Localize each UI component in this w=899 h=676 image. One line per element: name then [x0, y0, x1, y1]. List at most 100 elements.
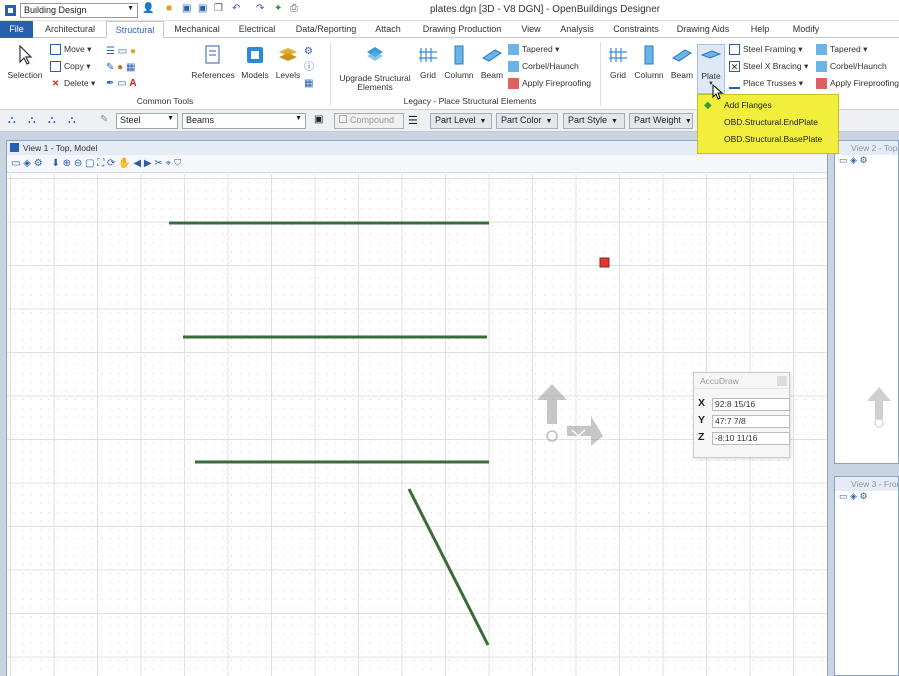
clip-icon[interactable]: ✂: [154, 158, 162, 169]
structural-tool-icon[interactable]: ⛬: [8, 114, 16, 127]
info-icon[interactable]: ⓘ: [304, 62, 314, 73]
display-icon[interactable]: ◈: [850, 155, 857, 165]
x-input[interactable]: 92:8 15/16: [712, 398, 790, 411]
tab-modify[interactable]: Modify: [784, 21, 828, 38]
tab-analysis[interactable]: Analysis: [554, 21, 600, 38]
legacy-corbel-button[interactable]: Corbel/Haunch: [508, 59, 579, 73]
grid-button[interactable]: Grid: [606, 44, 630, 80]
view-2-window[interactable]: View 2 - Top ▭ ◈ ⚙: [834, 140, 899, 464]
material-dropdown[interactable]: Steel ▼: [116, 113, 178, 129]
references-button[interactable]: References: [190, 44, 236, 80]
settings-icon[interactable]: ⚙: [859, 155, 867, 165]
line-style-icon[interactable]: ▭: [118, 46, 127, 57]
tab-architectural[interactable]: Architectural: [38, 21, 102, 38]
redo-icon[interactable]: ↷: [256, 3, 264, 14]
selection-marker[interactable]: [599, 257, 610, 268]
menu-item-base-plate[interactable]: OBD.Structural.BasePlate: [698, 131, 838, 148]
tab-attach[interactable]: Attach: [368, 21, 408, 38]
display-icon[interactable]: ◈: [850, 491, 857, 501]
print-icon[interactable]: ⎙: [290, 3, 298, 14]
structural-tool-icon[interactable]: ⛬: [48, 114, 56, 127]
legacy-tapered-button[interactable]: Tapered ▾: [508, 42, 559, 56]
tab-view[interactable]: View: [514, 21, 548, 38]
structural-tool-icon[interactable]: ⛬: [28, 114, 36, 127]
save-settings-icon[interactable]: ▣: [198, 3, 207, 14]
line-tool-icon[interactable]: ☰: [106, 46, 115, 57]
update-icon[interactable]: ⬇: [51, 158, 59, 169]
beam-line[interactable]: [407, 488, 490, 646]
fireproof-button[interactable]: Apply Fireproofing: [816, 76, 899, 90]
fit-view-icon[interactable]: ⛶: [97, 158, 104, 169]
legacy-beam-button[interactable]: Beam: [478, 44, 506, 80]
beam-button[interactable]: Beam: [668, 44, 696, 80]
settings-icon[interactable]: ⚙: [34, 158, 43, 169]
move-button[interactable]: Move ▾: [50, 42, 91, 56]
levels-button[interactable]: Levels: [274, 44, 302, 80]
tab-data-reporting[interactable]: Data/Reporting: [288, 21, 364, 38]
settings-icon[interactable]: ⚙: [859, 491, 867, 501]
corbel-button[interactable]: Corbel/Haunch: [816, 59, 887, 73]
line-weight-icon[interactable]: ☰: [408, 114, 418, 127]
steel-bracing-button[interactable]: ✕ Steel X Bracing ▾: [729, 59, 808, 73]
tab-drawing-production[interactable]: Drawing Production: [416, 21, 508, 38]
rotate-icon[interactable]: ⟳: [107, 158, 115, 169]
part-weight-dropdown[interactable]: Part Weight ▼: [629, 113, 693, 129]
tab-electrical[interactable]: Electrical: [232, 21, 282, 38]
filter-icon[interactable]: ⛉: [174, 158, 181, 169]
next-view-icon[interactable]: ▶: [144, 158, 152, 169]
tab-mechanical[interactable]: Mechanical: [168, 21, 226, 38]
place-trusses-button[interactable]: Place Trusses ▾: [729, 76, 803, 90]
tab-structural[interactable]: Structural: [106, 21, 164, 38]
grid-icon[interactable]: ▦: [304, 78, 313, 89]
accudraw-panel[interactable]: AccuDraw X 92:8 15/16 Y 47:7 7/8 Z -8:10…: [693, 372, 790, 458]
legacy-grid-button[interactable]: Grid: [416, 44, 440, 80]
pick-icon[interactable]: ✎: [100, 114, 108, 125]
tab-drawing-aids[interactable]: Drawing Aids: [672, 21, 734, 38]
legacy-fireproof-button[interactable]: Apply Fireproofing: [508, 76, 591, 90]
compound-checkbox[interactable]: Compound: [334, 113, 404, 129]
shape-icon[interactable]: ▭: [117, 78, 126, 89]
copy-icon[interactable]: ❐: [214, 3, 223, 14]
view-attributes-icon[interactable]: ▭: [839, 491, 848, 501]
workspace-dropdown[interactable]: Building Design ▼: [20, 3, 138, 18]
view-3-window[interactable]: View 3 - Front ▭ ◈ ⚙: [834, 476, 899, 676]
view-attributes-icon[interactable]: ▭: [11, 158, 20, 169]
close-icon[interactable]: [777, 376, 787, 386]
pen-icon[interactable]: ✒: [106, 78, 114, 89]
table-icon[interactable]: ▦: [126, 62, 135, 73]
menu-item-end-plate[interactable]: OBD.Structural.EndPlate: [698, 114, 838, 131]
level-filter-icon[interactable]: ⚙: [304, 46, 313, 57]
bulb-icon[interactable]: ●: [130, 46, 136, 57]
view-display-icon[interactable]: ◈: [23, 158, 31, 169]
pan-icon[interactable]: ✋: [118, 158, 130, 169]
tab-help[interactable]: Help: [742, 21, 778, 38]
legacy-column-button[interactable]: Column: [442, 44, 476, 80]
models-button[interactable]: Models: [238, 44, 272, 80]
selection-button[interactable]: Selection: [4, 44, 46, 80]
zoom-in-icon[interactable]: ⊕: [63, 158, 71, 169]
text-a-icon[interactable]: A: [129, 78, 136, 89]
edit-icon[interactable]: ✎: [106, 62, 114, 73]
tab-file[interactable]: File: [0, 21, 33, 38]
pin-icon[interactable]: ✦: [274, 3, 282, 14]
user-icon[interactable]: 👤: [142, 3, 154, 14]
upgrade-structural-button[interactable]: Upgrade Structural Elements: [334, 44, 416, 92]
save-icon[interactable]: ▣: [182, 3, 191, 14]
y-input[interactable]: 47:7 7/8: [712, 415, 790, 428]
view-attributes-icon[interactable]: ▭: [839, 155, 848, 165]
tapered-button[interactable]: Tapered ▾: [816, 42, 867, 56]
family-dropdown[interactable]: Beams ▼: [182, 113, 306, 129]
tab-constraints[interactable]: Constraints: [606, 21, 666, 38]
part-color-dropdown[interactable]: Part Color ▼: [496, 113, 558, 129]
part-style-dropdown[interactable]: Part Style ▼: [563, 113, 625, 129]
undo-icon[interactable]: ↶: [232, 3, 240, 14]
open-folder-icon[interactable]: ■: [166, 3, 172, 14]
previous-view-icon[interactable]: ◀: [133, 158, 141, 169]
part-level-dropdown[interactable]: Part Level ▼: [430, 113, 492, 129]
window-area-icon[interactable]: ▢: [85, 158, 94, 169]
copy-button[interactable]: Copy ▾: [50, 59, 90, 73]
z-input[interactable]: -8:10 11/16: [712, 432, 790, 445]
zoom-out-icon[interactable]: ⊖: [74, 158, 82, 169]
palette-icon[interactable]: ●: [117, 62, 123, 73]
column-button[interactable]: Column: [632, 44, 666, 80]
